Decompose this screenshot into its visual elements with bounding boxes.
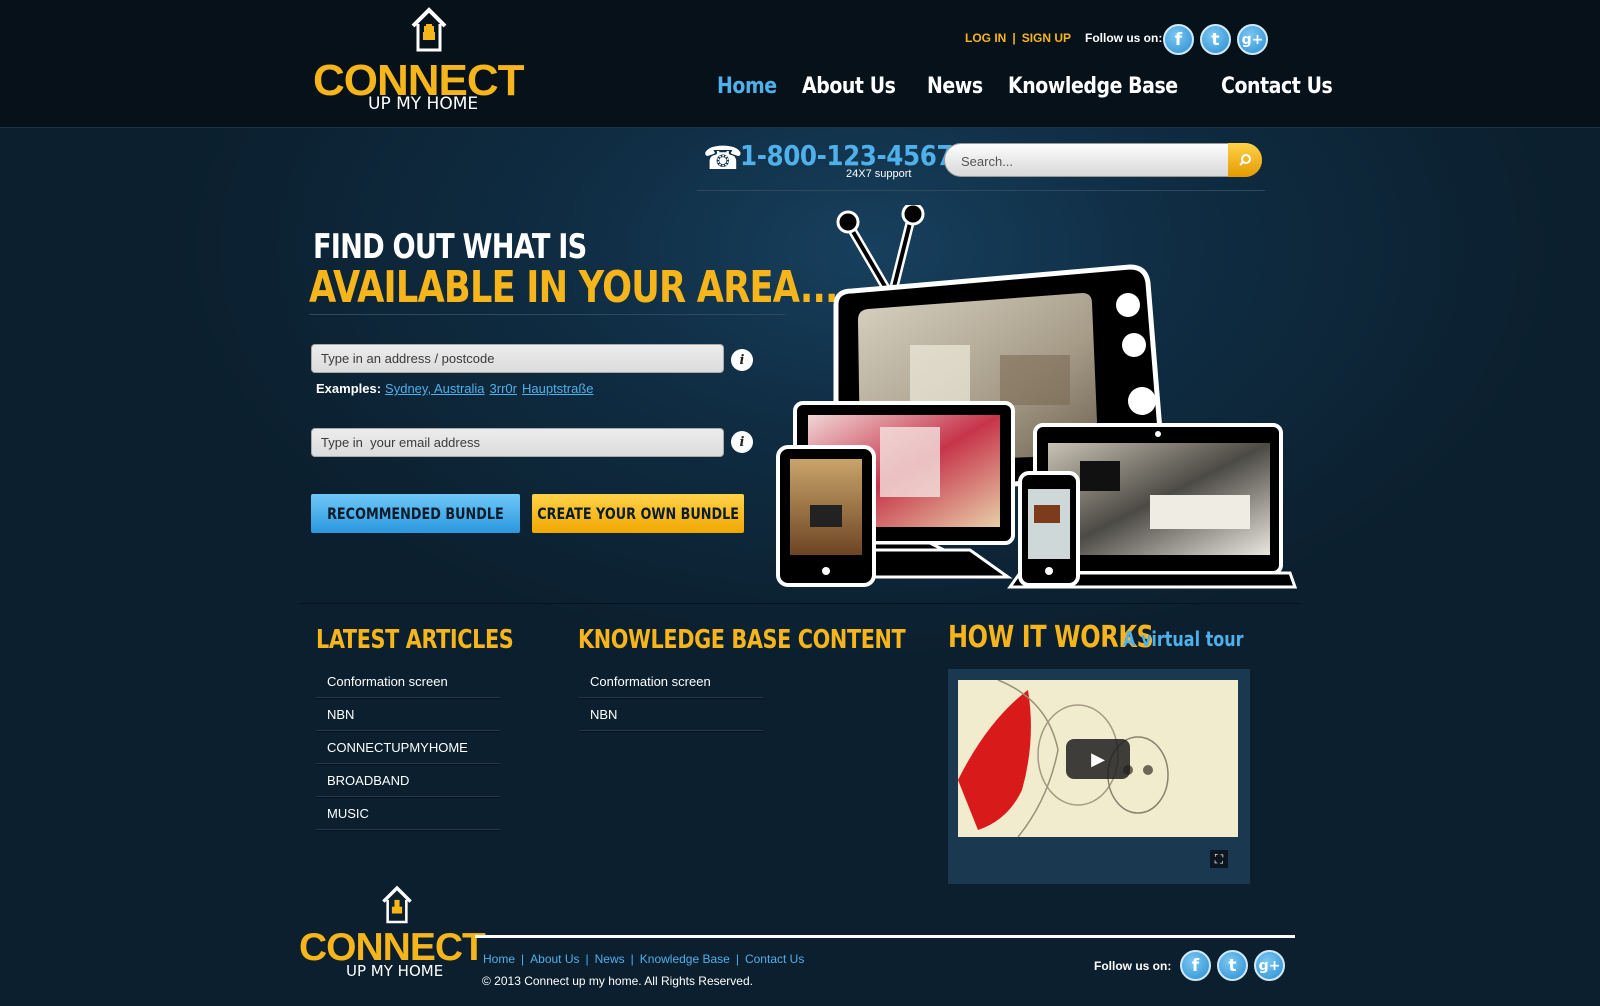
example-link[interactable]: 3rr0r [490, 381, 517, 396]
address-input[interactable] [311, 344, 724, 373]
info-icon[interactable]: i [731, 349, 753, 371]
recommended-bundle-label: RECOMMENDED BUNDLE [327, 504, 504, 523]
main-nav: Home About Us News Knowledge Base Contac… [717, 74, 1341, 99]
examples-label: Examples: [316, 381, 382, 396]
footer-separator: | [735, 952, 739, 966]
nav-contact-us[interactable]: Contact Us [1221, 74, 1333, 99]
latest-articles-title: LATEST ARTICLES [316, 625, 514, 655]
play-button[interactable]: ▶ [1066, 739, 1130, 779]
footer-separator: | [630, 952, 634, 966]
copyright: © 2013 Connect up my home. All Rights Re… [482, 974, 753, 988]
social-links-top: f t g+ [1163, 24, 1268, 55]
google-plus-icon[interactable]: g+ [1254, 950, 1285, 981]
google-plus-icon[interactable]: g+ [1237, 24, 1268, 55]
nav-home[interactable]: Home [717, 74, 777, 99]
footer-link-about-us[interactable]: About Us [530, 952, 579, 966]
create-bundle-button[interactable]: CREATE YOUR OWN BUNDLE [532, 494, 744, 533]
logo-sub: UP MY HOME [346, 962, 444, 980]
list-item[interactable]: Conformation screen [579, 665, 763, 698]
video-player: ▶ ⛶ [948, 669, 1250, 884]
footer-follow-label: Follow us on: [1094, 959, 1172, 973]
auth-separator: | [1012, 31, 1016, 45]
email-input[interactable] [311, 428, 724, 457]
social-links-bottom: f t g+ [1180, 950, 1285, 981]
hero-line-2: AVAILABLE IN YOUR AREA... [309, 262, 838, 313]
devices-illustration [776, 205, 1298, 589]
follow-label: Follow us on: [1085, 31, 1163, 45]
auth-links: LOG IN | SIGN UP [965, 31, 1071, 45]
phone-support: 24X7 support [846, 168, 912, 180]
logo-sub: UP MY HOME [368, 94, 479, 114]
example-link[interactable]: Hauptstraße [522, 381, 594, 396]
house-plug-icon [382, 885, 412, 924]
list-item[interactable]: BROADBAND [316, 764, 500, 797]
divider [299, 603, 1301, 604]
video-thumbnail[interactable]: ▶ [958, 680, 1238, 837]
phone-icon: ☎ [703, 140, 743, 176]
hero-line-1: FIND OUT WHAT IS [313, 227, 587, 267]
logo[interactable]: CONNECT UP MY HOME [313, 6, 525, 116]
list-item[interactable]: CONNECTUPMYHOME [316, 731, 500, 764]
knowledge-base-list: Conformation screen NBN [579, 665, 763, 731]
facebook-icon[interactable]: f [1163, 24, 1194, 55]
nav-news[interactable]: News [927, 74, 983, 99]
signup-link[interactable]: SIGN UP [1022, 31, 1071, 45]
twitter-icon[interactable]: t [1217, 950, 1248, 981]
login-link[interactable]: LOG IN [965, 31, 1006, 45]
footer-separator: | [585, 952, 589, 966]
divider [309, 314, 785, 315]
virtual-tour-subtitle: A virtual tour [1123, 627, 1244, 651]
list-item[interactable]: NBN [316, 698, 500, 731]
latest-articles-list: Conformation screen NBN CONNECTUPMYHOME … [316, 665, 500, 830]
footer-link-knowledge-base[interactable]: Knowledge Base [640, 952, 730, 966]
examples: Examples: Sydney, Australia 3rr0r Hauptstra… [316, 381, 599, 396]
search-icon [1239, 154, 1251, 166]
footer-logo[interactable]: CONNECT UP MY HOME [299, 884, 486, 984]
search-button[interactable] [1228, 143, 1262, 177]
create-bundle-label: CREATE YOUR OWN BUNDLE [537, 504, 739, 523]
footer-link-news[interactable]: News [595, 952, 625, 966]
knowledge-base-title: KNOWLEDGE BASE CONTENT [578, 625, 906, 655]
facebook-icon[interactable]: f [1180, 950, 1211, 981]
example-link[interactable]: Sydney, Australia [385, 381, 484, 396]
footer-nav: Home | About Us | News | Knowledge Base | Contac… [483, 952, 804, 966]
footer-separator: | [521, 952, 525, 966]
divider [697, 190, 1265, 191]
list-item[interactable]: Conformation screen [316, 665, 500, 698]
list-item[interactable]: MUSIC [316, 797, 500, 830]
footer-link-contact-us[interactable]: Contact Us [745, 952, 804, 966]
list-item[interactable]: NBN [579, 698, 763, 731]
search-input[interactable] [961, 151, 1211, 171]
header-bar [0, 0, 1600, 128]
info-icon[interactable]: i [731, 431, 753, 453]
footer-link-home[interactable]: Home [483, 952, 515, 966]
nav-knowledge-base[interactable]: Knowledge Base [1008, 74, 1178, 99]
search-box [944, 143, 1262, 177]
recommended-bundle-button[interactable]: RECOMMENDED BUNDLE [311, 494, 520, 533]
nav-about-us[interactable]: About Us [802, 74, 896, 99]
footer-divider [475, 935, 1295, 938]
fullscreen-icon[interactable]: ⛶ [1210, 850, 1228, 868]
house-plug-icon [411, 7, 447, 52]
twitter-icon[interactable]: t [1200, 24, 1231, 55]
